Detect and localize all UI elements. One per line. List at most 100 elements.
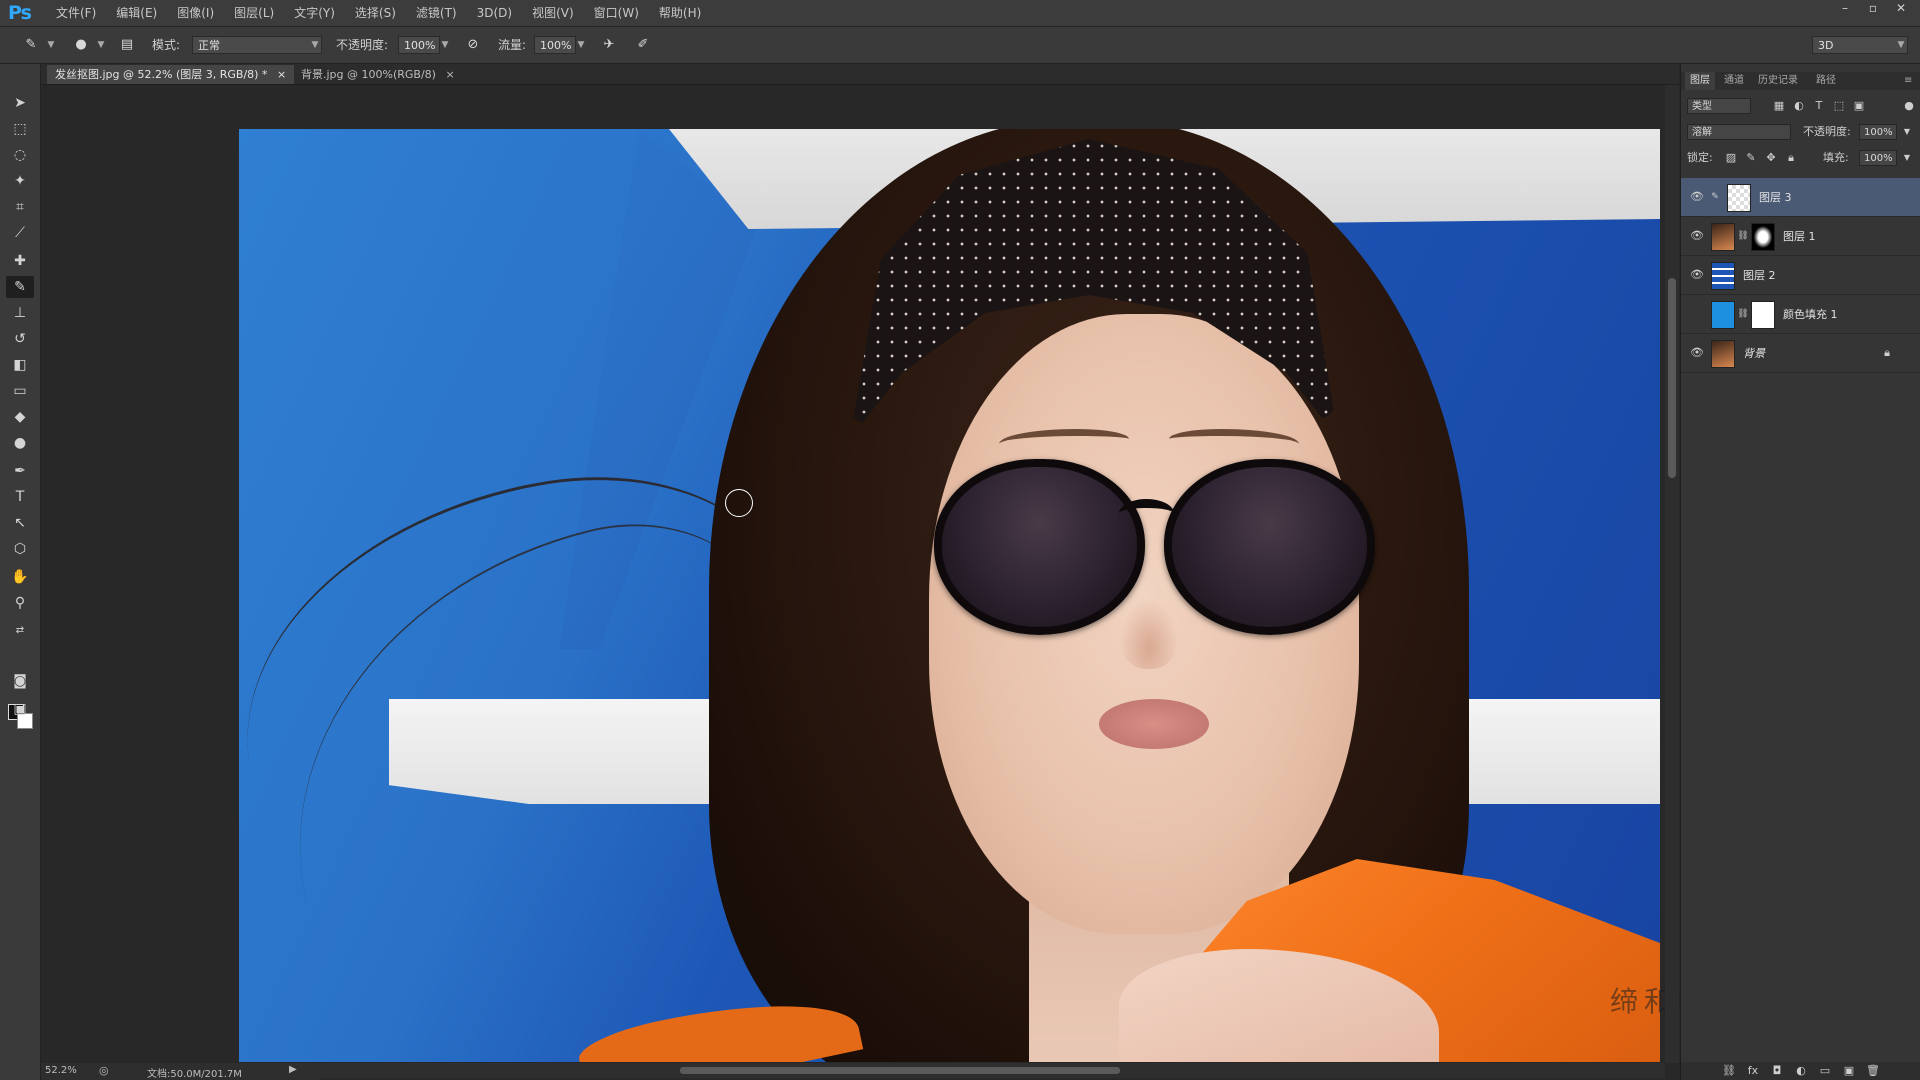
tab-channels[interactable]: 通道 (1719, 72, 1749, 90)
zoom-tool-icon[interactable]: ⚲ (6, 592, 34, 614)
menu-select[interactable]: 选择(S) (345, 0, 406, 26)
scrollbar-thumb[interactable] (680, 1067, 1120, 1074)
close-icon[interactable]: × (277, 68, 286, 81)
chevron-down-icon[interactable]: ▼ (1899, 124, 1915, 140)
shape-tool-icon[interactable]: ⬡ (6, 538, 34, 560)
menu-3d[interactable]: 3D(D) (467, 0, 522, 26)
layer-mask-thumbnail[interactable] (1751, 223, 1775, 251)
new-group-icon[interactable]: ▭ (1817, 1063, 1833, 1079)
pressure-opacity-icon[interactable]: ⊘ (462, 35, 484, 55)
menu-file[interactable]: 文件(F) (46, 0, 106, 26)
new-layer-icon[interactable]: ▣ (1841, 1063, 1857, 1079)
menu-help[interactable]: 帮助(H) (649, 0, 711, 26)
layer-name[interactable]: 图层 1 (1783, 228, 1816, 244)
brush-tool-icon[interactable]: ✎ (6, 276, 34, 298)
layer-filter-select[interactable]: 类型 (1687, 98, 1751, 114)
status-menu-arrow-icon[interactable]: ▶ (289, 1064, 297, 1075)
link-layers-icon[interactable]: ⛓ (1721, 1063, 1737, 1079)
delete-layer-icon[interactable]: 🗑︎ (1865, 1063, 1881, 1079)
blur-tool-icon[interactable]: ◆ (6, 406, 34, 428)
filter-toggle-icon[interactable]: ● (1901, 98, 1917, 114)
close-icon[interactable]: × (445, 68, 454, 81)
menu-image[interactable]: 图像(I) (167, 0, 224, 26)
lasso-tool-icon[interactable]: ◌ (6, 144, 34, 166)
document-canvas[interactable] (239, 129, 1660, 1062)
layer-name[interactable]: 颜色填充 1 (1783, 306, 1838, 322)
menu-edit[interactable]: 编辑(E) (106, 0, 167, 26)
brush-preset-icon[interactable]: ✎ (20, 35, 42, 55)
eraser-tool-icon[interactable]: ◧ (6, 354, 34, 376)
blend-mode-select[interactable]: 溶解 (1687, 124, 1791, 140)
link-icon[interactable]: ⛓ (1735, 306, 1751, 322)
link-icon[interactable]: ⛓ (1735, 228, 1751, 244)
visibility-eye-icon[interactable]: 👁︎ (1689, 267, 1705, 283)
panel-menu-icon[interactable]: ≡ (1899, 72, 1917, 90)
tab-history[interactable]: 历史记录 (1753, 72, 1803, 90)
chevron-down-icon[interactable]: ▼ (94, 36, 108, 54)
visibility-toggle[interactable]: □ (1689, 306, 1705, 322)
layer-row[interactable]: 👁︎ 背景 🔒︎ (1681, 334, 1920, 373)
layer-row[interactable]: 👁︎ ⛓ 图层 1 (1681, 217, 1920, 256)
horizontal-scrollbar[interactable] (320, 1063, 1665, 1078)
adjustment-filter-icon[interactable]: ◐ (1791, 98, 1807, 114)
history-brush-tool-icon[interactable]: ↺ (6, 328, 34, 350)
stamp-tool-icon[interactable]: ⊥ (6, 302, 34, 324)
smart-object-filter-icon[interactable]: ▣ (1851, 98, 1867, 114)
visibility-eye-icon[interactable]: 👁︎ (1689, 345, 1705, 361)
chevron-down-icon[interactable]: ▼ (574, 36, 588, 54)
marquee-tool-icon[interactable]: ⬚ (6, 118, 34, 140)
eyedropper-tool-icon[interactable]: ⟋ (6, 222, 34, 244)
layer-row[interactable]: 👁︎ 图层 2 (1681, 256, 1920, 295)
tab-paths[interactable]: 路径 (1811, 72, 1841, 90)
menu-filter[interactable]: 滤镜(T) (406, 0, 467, 26)
screen-mode-icon[interactable]: ▣ (6, 698, 34, 720)
adjustment-layer-icon[interactable]: ◐ (1793, 1063, 1809, 1079)
quick-mask-icon[interactable]: ◙ (6, 670, 34, 692)
brush-size-icon[interactable]: ● (70, 35, 92, 55)
layer-row[interactable]: 👁︎ ✎ 图层 3 (1681, 178, 1920, 217)
brush-panel-icon[interactable]: ▤ (116, 35, 138, 55)
menu-window[interactable]: 窗口(W) (584, 0, 649, 26)
add-mask-icon[interactable]: ◘ (1769, 1063, 1785, 1079)
zoom-level[interactable]: 52.2% (45, 1065, 77, 1076)
layer-mask-thumbnail[interactable] (1751, 301, 1775, 329)
menu-type[interactable]: 文字(Y) (284, 0, 345, 26)
layer-name[interactable]: 图层 3 (1759, 189, 1792, 205)
move-tool-icon[interactable]: ➤ (6, 92, 34, 114)
magic-wand-tool-icon[interactable]: ✦ (6, 170, 34, 192)
flow-field[interactable]: 100% (534, 36, 576, 54)
scrollbar-thumb[interactable] (1668, 278, 1676, 478)
lock-pixels-icon[interactable]: ✎ (1743, 150, 1759, 166)
menu-layer[interactable]: 图层(L) (224, 0, 284, 26)
document-tab[interactable]: 发丝抠图.jpg @ 52.2% (图层 3, RGB/8) * × (47, 65, 295, 84)
minimize-button[interactable]: – (1832, 0, 1858, 16)
pressure-size-icon[interactable]: ✐ (632, 35, 654, 55)
path-select-tool-icon[interactable]: ↖ (6, 512, 34, 534)
chevron-down-icon[interactable]: ▼ (1899, 150, 1915, 166)
restore-button[interactable]: ▫ (1860, 0, 1886, 16)
crop-tool-icon[interactable]: ⌗ (6, 196, 34, 218)
document-tab[interactable]: 背景.jpg @ 100%(RGB/8) × (293, 65, 463, 84)
chevron-down-icon[interactable]: ▼ (438, 36, 452, 54)
chevron-down-icon[interactable]: ▼ (44, 36, 58, 54)
hand-tool-icon[interactable]: ✋ (6, 566, 34, 588)
status-info-icon[interactable]: ◎ (99, 1064, 109, 1077)
lock-position-icon[interactable]: ✥ (1763, 150, 1779, 166)
lock-all-icon[interactable]: 🔒︎ (1783, 150, 1799, 166)
swap-colors-icon[interactable]: ⇄ (6, 620, 34, 642)
layer-name[interactable]: 图层 2 (1743, 267, 1776, 283)
layer-fill-field[interactable]: 100% (1859, 150, 1897, 166)
mode-select[interactable]: 正常 (192, 36, 322, 54)
layer-style-icon[interactable]: fx (1745, 1063, 1761, 1079)
layer-row[interactable]: □ ⛓ 颜色填充 1 (1681, 295, 1920, 334)
airbrush-icon[interactable]: ✈ (598, 35, 620, 55)
visibility-eye-icon[interactable]: 👁︎ (1689, 228, 1705, 244)
menu-view[interactable]: 视图(V) (522, 0, 584, 26)
vertical-scrollbar[interactable] (1665, 85, 1679, 1063)
visibility-eye-icon[interactable]: 👁︎ (1689, 189, 1705, 205)
shape-filter-icon[interactable]: ⬚ (1831, 98, 1847, 114)
type-filter-icon[interactable]: T (1811, 98, 1827, 114)
pixel-filter-icon[interactable]: ▦ (1771, 98, 1787, 114)
lock-transparent-icon[interactable]: ▨ (1723, 150, 1739, 166)
tab-layers[interactable]: 图层 (1685, 72, 1715, 90)
